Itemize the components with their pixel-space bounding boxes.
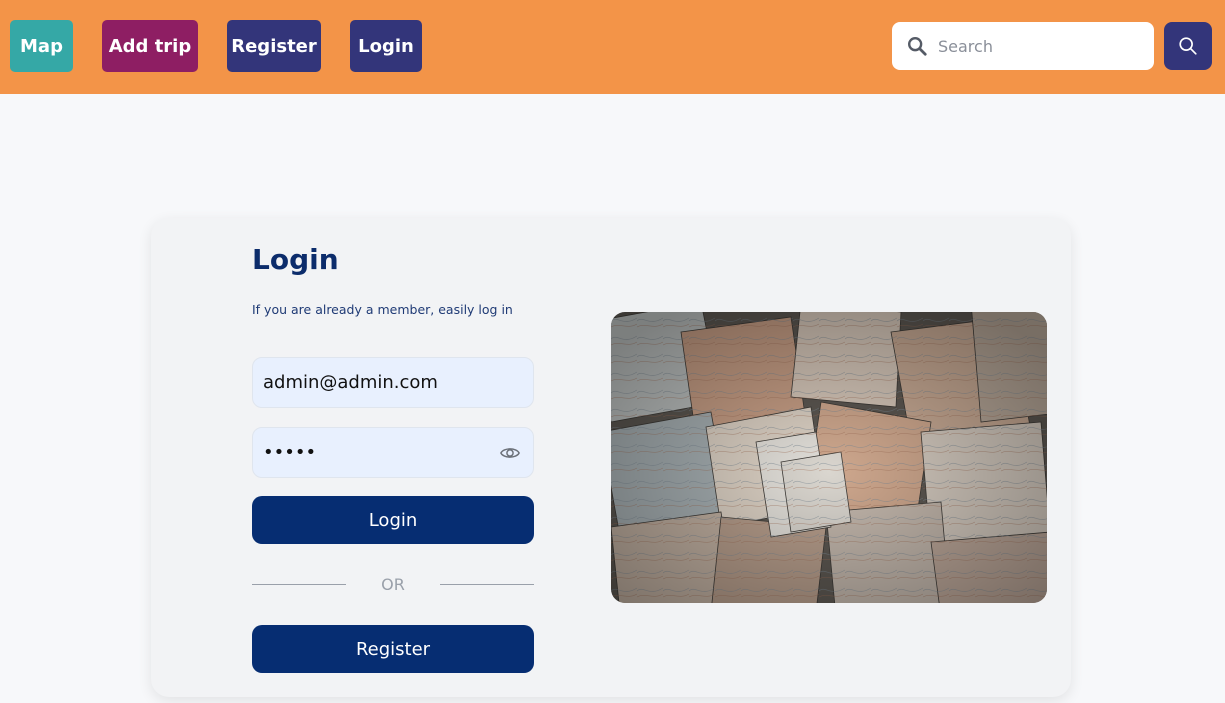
search-box	[892, 22, 1154, 70]
password-input[interactable]	[263, 442, 493, 463]
search-icon	[1179, 37, 1197, 55]
maps-illustration	[611, 312, 1047, 603]
page-title: Login	[252, 243, 339, 276]
login-button[interactable]: Login	[252, 496, 534, 544]
or-divider-text: OR	[381, 575, 405, 594]
maps-photo	[611, 312, 1047, 603]
nav-add-trip-button[interactable]: Add trip	[102, 20, 198, 72]
password-field	[252, 427, 534, 478]
nav-register-button[interactable]: Register	[227, 20, 321, 72]
register-button[interactable]: Register	[252, 625, 534, 673]
divider-right	[440, 584, 534, 585]
email-field	[252, 357, 534, 408]
email-input[interactable]	[263, 372, 493, 393]
top-navbar: Map Add trip Register Login	[0, 0, 1225, 94]
search-button[interactable]	[1164, 22, 1212, 70]
divider-left	[252, 584, 346, 585]
login-subtitle: If you are already a member, easily log …	[252, 302, 513, 317]
nav-login-button[interactable]: Login	[350, 20, 422, 72]
search-input[interactable]	[938, 36, 1138, 56]
nav-map-button[interactable]: Map	[10, 20, 73, 72]
eye-icon[interactable]	[499, 443, 521, 463]
search-icon	[908, 37, 927, 56]
